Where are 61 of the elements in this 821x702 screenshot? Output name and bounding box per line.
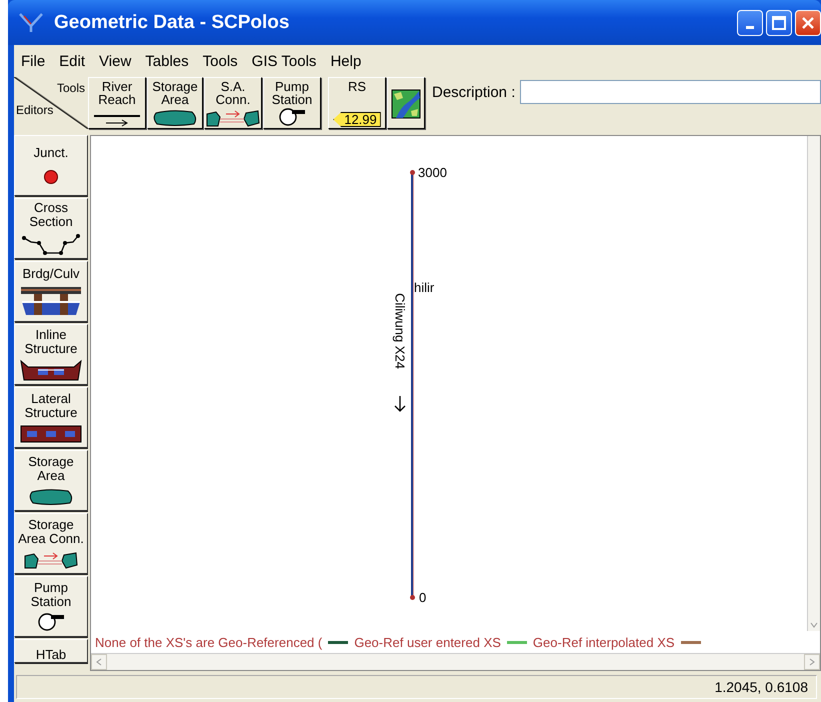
- node-icon: [43, 169, 59, 186]
- endpoint-icon: [410, 595, 415, 600]
- field-label: Description :: [432, 84, 516, 100]
- tool-button[interactable]: S.A. Conn.: [204, 77, 262, 129]
- tool-button[interactable]: River Reach: [88, 77, 146, 129]
- reach-label: hilir: [414, 280, 434, 295]
- cross-section-icon: [21, 232, 81, 256]
- storage-area-icon: [152, 109, 198, 127]
- close-icon: [802, 16, 814, 28]
- river-label: Ciliwung X24: [392, 293, 408, 369]
- corner-label: Tools: [56, 81, 85, 95]
- caret-left-icon: [96, 658, 102, 666]
- station-label: 3000: [418, 165, 447, 180]
- close-button[interactable]: [795, 10, 821, 36]
- tool-button[interactable]: RS 12.99: [328, 77, 386, 129]
- menu-item[interactable]: File: [14, 53, 52, 70]
- editor-button[interactable]: Storage Area: [14, 450, 88, 511]
- logo-icon: [18, 12, 44, 34]
- pump-icon: [36, 612, 66, 632]
- legend-label: Geo-Ref interpolated XS: [532, 634, 675, 650]
- maximize-button[interactable]: [766, 10, 792, 36]
- tool-button[interactable]: Storage Area: [147, 77, 203, 129]
- maximize-icon: [772, 16, 786, 30]
- endpoint-icon: [410, 170, 415, 175]
- corner-label: Editors: [16, 103, 54, 117]
- editor-button[interactable]: Inline Structure: [14, 324, 88, 385]
- horizontal-scrollbar[interactable]: [91, 653, 820, 670]
- minimize-icon: [746, 26, 754, 29]
- menu-item[interactable]: Edit: [52, 53, 92, 70]
- editor-button[interactable]: Storage Area Conn.: [14, 513, 88, 574]
- tool-button[interactable]: Pump Station: [263, 77, 321, 129]
- lateral-structure-icon: [20, 423, 82, 444]
- station-label: 0: [419, 590, 426, 605]
- weir-icon: [20, 359, 82, 381]
- menu-item[interactable]: View: [92, 53, 138, 70]
- description-field[interactable]: [520, 80, 821, 104]
- legend-note: None of the XS's are Geo-Referenced (: [95, 634, 322, 650]
- map-icon: [391, 88, 421, 118]
- vertical-scrollbar[interactable]: [807, 136, 820, 631]
- editor-button[interactable]: Junct.: [14, 135, 88, 196]
- editor-button[interactable]: Brdg/Culv: [14, 261, 88, 322]
- coordinates-readout: 1.2045, 0.6108: [714, 678, 808, 694]
- storage-area-icon: [28, 488, 74, 506]
- legend-label: Geo-Ref user entered XS: [354, 634, 501, 650]
- menu-item[interactable]: Help: [323, 53, 368, 70]
- editor-button[interactable]: HTab: [14, 639, 88, 663]
- arrow-icon: [394, 396, 406, 412]
- map-button[interactable]: [387, 77, 425, 129]
- menu-item[interactable]: Tools: [196, 53, 245, 70]
- editor-button[interactable]: Cross Section: [14, 198, 88, 259]
- minimize-button[interactable]: [737, 10, 763, 36]
- menu-item[interactable]: Tables: [138, 53, 196, 70]
- window-title: Geometric Data - SCPolos: [54, 12, 290, 34]
- pump-icon: [277, 107, 307, 127]
- bridge-icon: [20, 286, 82, 316]
- station-tag: 12.99: [333, 112, 381, 127]
- caret-right-icon: [809, 658, 815, 666]
- editor-button[interactable]: Lateral Structure: [14, 387, 88, 448]
- arrow-icon: [92, 113, 142, 127]
- menu-item[interactable]: GIS Tools: [244, 53, 324, 70]
- editor-button[interactable]: Pump Station: [14, 576, 88, 637]
